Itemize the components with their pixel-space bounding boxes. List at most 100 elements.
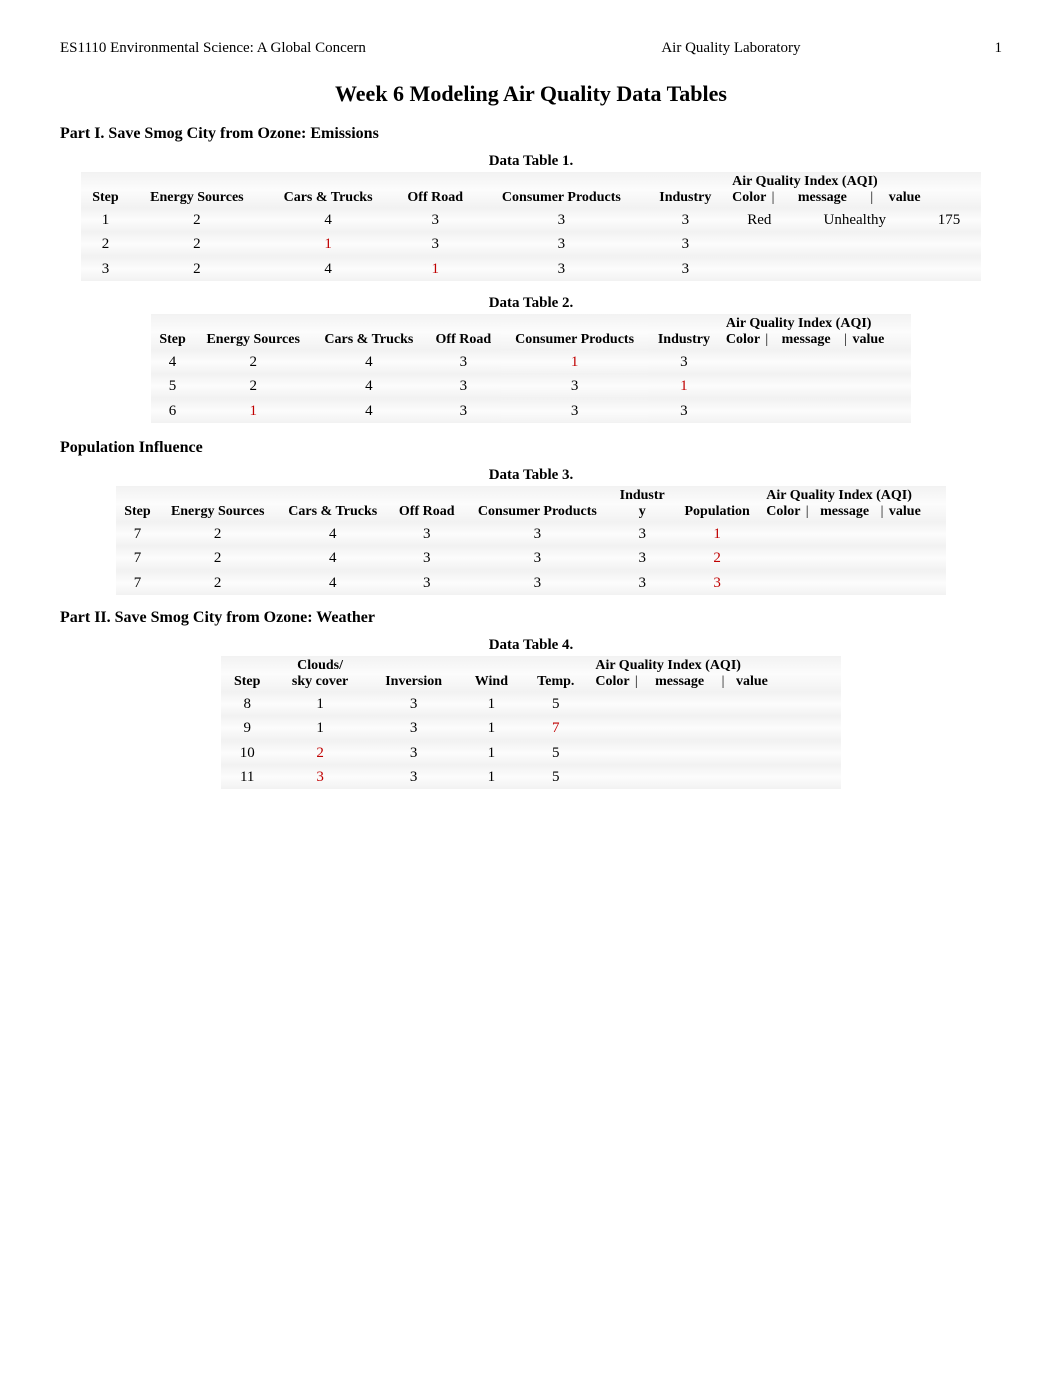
table-cell: 4 (264, 257, 392, 281)
table-cell: 8 (221, 692, 273, 716)
table-cell: 3 (478, 257, 644, 281)
th-inversion: Inversion (367, 656, 461, 692)
table-cell (673, 692, 757, 716)
table-cell: 2 (130, 257, 264, 281)
table1-caption: Data Table 1. (60, 153, 1002, 170)
data-table-3: Step Energy Sources Cars & Trucks Off Ro… (116, 486, 946, 595)
table-cell: 3 (367, 741, 461, 765)
table-cell: 175 (917, 208, 981, 232)
th-energy: Energy Sources (194, 314, 312, 350)
th-aqi: Air Quality Index (AQI) Color | message … (726, 172, 981, 208)
table-cell: 3 (367, 716, 461, 740)
table-cell: 11 (221, 765, 273, 789)
table-cell: 1 (648, 374, 720, 398)
table-cell: 3 (648, 350, 720, 374)
table-cell: 3 (610, 571, 674, 595)
table-cell: 3 (478, 208, 644, 232)
table-cell: 2 (130, 232, 264, 256)
table-cell: 3 (645, 208, 727, 232)
table-cell: 2 (194, 374, 312, 398)
table-cell: 2 (159, 522, 277, 546)
table-cell: 3 (389, 522, 464, 546)
th-offroad: Off Road (389, 486, 464, 522)
th-aqi: Air Quality Index (AQI) Color | message … (760, 486, 946, 522)
table-cell (784, 399, 848, 423)
table-cell: 3 (610, 522, 674, 546)
table-cell: 3 (478, 232, 644, 256)
table-cell (589, 692, 673, 716)
table-row: 614333 (151, 399, 911, 423)
table-cell: 5 (151, 374, 194, 398)
table-cell: 2 (159, 546, 277, 570)
table-cell (793, 232, 917, 256)
table-cell (822, 522, 884, 546)
table-cell: 3 (464, 546, 610, 570)
table-cell: 3 (501, 374, 648, 398)
th-step: Step (116, 486, 159, 522)
table-cell: 1 (392, 257, 478, 281)
table-cell (589, 716, 673, 740)
table-row: 424313 (151, 350, 911, 374)
th-offroad: Off Road (392, 172, 478, 208)
table-cell: 3 (367, 692, 461, 716)
page-title: Week 6 Modeling Air Quality Data Tables (60, 81, 1002, 107)
table-row: 7243332 (116, 546, 946, 570)
table-cell (726, 232, 793, 256)
table-cell (822, 571, 884, 595)
table-cell: 4 (151, 350, 194, 374)
table-cell: 4 (264, 208, 392, 232)
part1-title: Part I. Save Smog City from Ozone: Emiss… (60, 125, 1002, 143)
table-cell: 4 (312, 399, 425, 423)
table-cell: 1 (674, 522, 760, 546)
table-cell: 3 (392, 232, 478, 256)
table-cell (784, 374, 848, 398)
table-cell (760, 546, 822, 570)
table-cell (884, 546, 946, 570)
table-cell: 4 (276, 546, 389, 570)
table-cell (884, 571, 946, 595)
table-cell: 5 (522, 692, 589, 716)
header-center: Air Quality Laboratory (661, 40, 962, 57)
table-cell: 3 (645, 257, 727, 281)
table-cell: 3 (425, 399, 501, 423)
table-cell: 6 (151, 399, 194, 423)
table4-caption: Data Table 4. (60, 637, 1002, 654)
th-industry: Industry (645, 172, 727, 208)
population-influence-title: Population Influence (60, 439, 1002, 457)
table-cell (757, 716, 841, 740)
table-cell (793, 257, 917, 281)
table-cell (847, 374, 911, 398)
table-cell: 1 (461, 692, 523, 716)
table-cell: 4 (312, 374, 425, 398)
table-cell (884, 522, 946, 546)
table-row: 7243331 (116, 522, 946, 546)
table-cell: 3 (610, 546, 674, 570)
table-cell: 3 (464, 522, 610, 546)
table-cell: 1 (461, 765, 523, 789)
table-cell: 10 (221, 741, 273, 765)
table-cell (917, 232, 981, 256)
table-cell: 2 (194, 350, 312, 374)
table-cell: 3 (425, 374, 501, 398)
data-table-2: Step Energy Sources Cars & Trucks Off Ro… (151, 314, 911, 423)
th-cars: Cars & Trucks (264, 172, 392, 208)
table-cell (673, 765, 757, 789)
table-cell: 1 (194, 399, 312, 423)
th-cars: Cars & Trucks (276, 486, 389, 522)
table-cell: 1 (273, 692, 366, 716)
table-cell: Unhealthy (793, 208, 917, 232)
th-energy: Energy Sources (159, 486, 277, 522)
table-cell: 2 (674, 546, 760, 570)
table-row: 221333 (81, 232, 981, 256)
table-cell: 2 (81, 232, 130, 256)
table-cell (673, 716, 757, 740)
data-table-4: Step Clouds/sky cover Inversion Wind Tem… (221, 656, 841, 789)
table-cell: 7 (116, 571, 159, 595)
th-step: Step (221, 656, 273, 692)
table-cell: 1 (264, 232, 392, 256)
table-cell: 3 (273, 765, 366, 789)
table3-caption: Data Table 3. (60, 467, 1002, 484)
table-cell: 3 (367, 765, 461, 789)
table-cell: 4 (312, 350, 425, 374)
th-consumer: Consumer Products (501, 314, 648, 350)
